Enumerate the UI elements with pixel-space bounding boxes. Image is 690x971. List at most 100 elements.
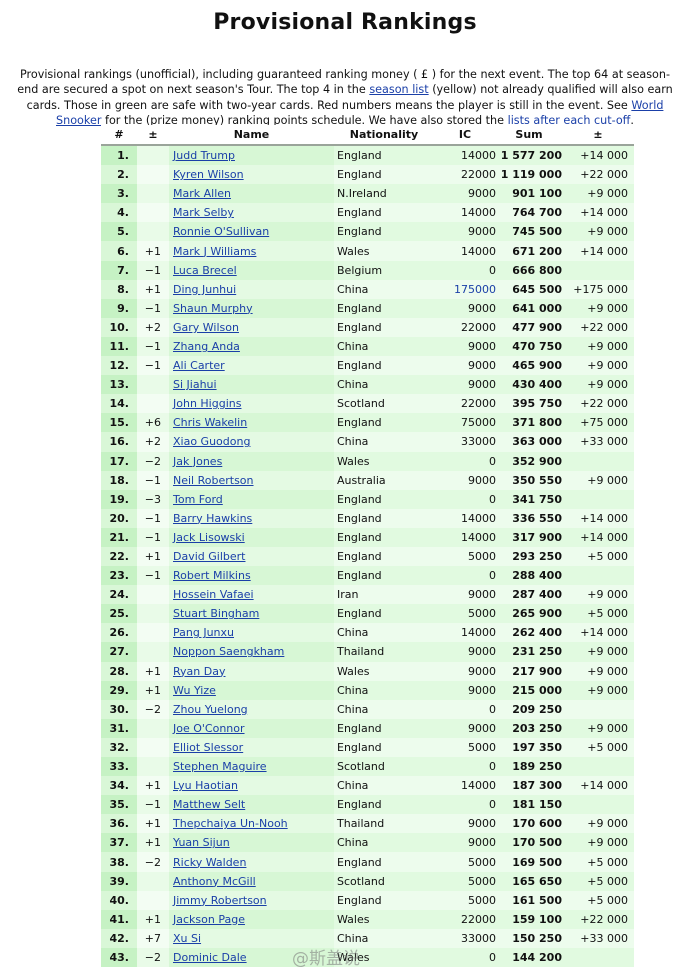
sum-cell: 262 400 (496, 623, 562, 643)
sum-cell: 430 400 (496, 375, 562, 395)
rank-cell: 4. (101, 203, 137, 223)
points-change-cell: +14 000 (562, 241, 634, 261)
player-link[interactable]: Wu Yize (173, 684, 216, 697)
player-link[interactable]: Jackson Page (173, 913, 245, 926)
sum-cell: 764 700 (496, 203, 562, 223)
player-link[interactable]: Ronnie O'Sullivan (173, 225, 269, 238)
player-link[interactable]: Mark Selby (173, 206, 234, 219)
player-link[interactable]: Kyren Wilson (173, 168, 244, 181)
player-link[interactable]: Chris Wakelin (173, 416, 247, 429)
nationality-cell: England (334, 165, 434, 185)
player-link[interactable]: Jimmy Robertson (173, 894, 267, 907)
rankings-body: 1. Judd Trump England 14000 1 577 200 +14 000… (101, 145, 634, 968)
player-link[interactable]: Si Jiahui (173, 378, 217, 391)
sum-cell: 217 900 (496, 661, 562, 681)
player-link[interactable]: Ricky Walden (173, 856, 246, 869)
points-change-cell: +22 000 (562, 317, 634, 337)
player-link[interactable]: Neil Robertson (173, 474, 254, 487)
name-cell: Thepchaiya Un-Nooh (169, 814, 334, 834)
player-link[interactable]: Anthony McGill (173, 875, 256, 888)
player-link[interactable]: Jak Jones (173, 455, 222, 468)
player-link[interactable]: Jack Lisowski (173, 531, 245, 544)
header-nationality: Nationality (334, 125, 434, 146)
table-row: 40. Jimmy Robertson England 5000 161 500 +5 0… (101, 890, 634, 910)
player-link[interactable]: Thepchaiya Un-Nooh (173, 817, 288, 830)
rank-change-cell (137, 145, 169, 166)
ic-cell: 14000 (434, 623, 496, 643)
name-cell: Shaun Murphy (169, 298, 334, 318)
player-link[interactable]: Elliot Slessor (173, 741, 243, 754)
sum-cell: 215 000 (496, 680, 562, 700)
player-link[interactable]: Mark J Williams (173, 245, 256, 258)
rank-cell: 14. (101, 394, 137, 414)
player-link[interactable]: Judd Trump (173, 149, 235, 162)
player-link[interactable]: Xiao Guodong (173, 435, 250, 448)
nationality-cell: Wales (334, 241, 434, 261)
rank-cell: 26. (101, 623, 137, 643)
player-link[interactable]: Barry Hawkins (173, 512, 252, 525)
player-link[interactable]: Hossein Vafaei (173, 588, 254, 601)
name-cell: Jackson Page (169, 909, 334, 929)
rank-cell: 28. (101, 661, 137, 681)
player-link[interactable]: Matthew Selt (173, 798, 245, 811)
points-change-cell: +9 000 (562, 585, 634, 605)
player-link[interactable]: Zhang Anda (173, 340, 240, 353)
rank-cell: 41. (101, 909, 137, 929)
name-cell: Stuart Bingham (169, 604, 334, 624)
name-cell: Chris Wakelin (169, 413, 334, 433)
ic-cell: 33000 (434, 928, 496, 948)
player-link[interactable]: Robert Milkins (173, 569, 251, 582)
player-link[interactable]: Yuan Sijun (173, 836, 230, 849)
player-link[interactable]: Dominic Dale (173, 951, 247, 964)
nationality-cell: China (334, 336, 434, 357)
season-list-link[interactable]: season list (369, 83, 428, 96)
ic-cell: 0 (434, 757, 496, 777)
nationality-cell: China (334, 928, 434, 948)
points-change-cell: +75 000 (562, 413, 634, 433)
nationality-cell: Thailand (334, 814, 434, 834)
player-link[interactable]: Mark Allen (173, 187, 231, 200)
nationality-cell: England (334, 356, 434, 376)
player-link[interactable]: Xu Si (173, 932, 201, 945)
rank-cell: 18. (101, 470, 137, 490)
rank-change-cell: +1 (137, 909, 169, 929)
intro-paragraph: Provisional rankings (unofficial), inclu… (12, 67, 678, 128)
player-link[interactable]: Stuart Bingham (173, 607, 259, 620)
rank-change-cell: +1 (137, 814, 169, 834)
sum-cell: 181 150 (496, 795, 562, 815)
player-link[interactable]: Joe O'Connor (173, 722, 245, 735)
table-row: 42. +7 Xu Si China 33000 150 250 +33 000 (101, 928, 634, 948)
player-link[interactable]: Noppon Saengkham (173, 645, 284, 658)
sum-cell: 170 500 (496, 833, 562, 853)
nationality-cell: Australia (334, 470, 434, 490)
player-link[interactable]: Stephen Maguire (173, 760, 267, 773)
points-change-cell (562, 757, 634, 777)
ic-cell: 14000 (434, 776, 496, 796)
sum-cell: 645 500 (496, 279, 562, 299)
rank-cell: 32. (101, 737, 137, 757)
rank-change-cell: −2 (137, 699, 169, 719)
rank-change-cell: −1 (137, 566, 169, 586)
player-link[interactable]: Gary Wilson (173, 321, 239, 334)
player-link[interactable]: David Gilbert (173, 550, 245, 563)
name-cell: Neil Robertson (169, 470, 334, 490)
player-link[interactable]: Zhou Yuelong (173, 703, 248, 716)
player-link[interactable]: Ding Junhui (173, 283, 236, 296)
sum-cell: 209 250 (496, 699, 562, 719)
player-link[interactable]: Ryan Day (173, 665, 225, 678)
player-link[interactable]: Shaun Murphy (173, 302, 253, 315)
player-link[interactable]: Tom Ford (173, 493, 223, 506)
player-link[interactable]: Lyu Haotian (173, 779, 238, 792)
points-change-cell: +9 000 (562, 356, 634, 376)
page-title: Provisional Rankings (213, 10, 477, 35)
table-row: 3. Mark Allen N.Ireland 9000 901 100 +9 000 (101, 184, 634, 204)
name-cell: Mark Selby (169, 203, 334, 223)
player-link[interactable]: Pang Junxu (173, 626, 234, 639)
player-link[interactable]: Luca Brecel (173, 264, 237, 277)
nationality-cell: China (334, 623, 434, 643)
table-row: 12. −1 Ali Carter England 9000 465 900 +9 000 (101, 356, 634, 376)
rank-change-cell: +1 (137, 776, 169, 796)
player-link[interactable]: John Higgins (173, 397, 241, 410)
sum-cell: 363 000 (496, 432, 562, 452)
player-link[interactable]: Ali Carter (173, 359, 225, 372)
